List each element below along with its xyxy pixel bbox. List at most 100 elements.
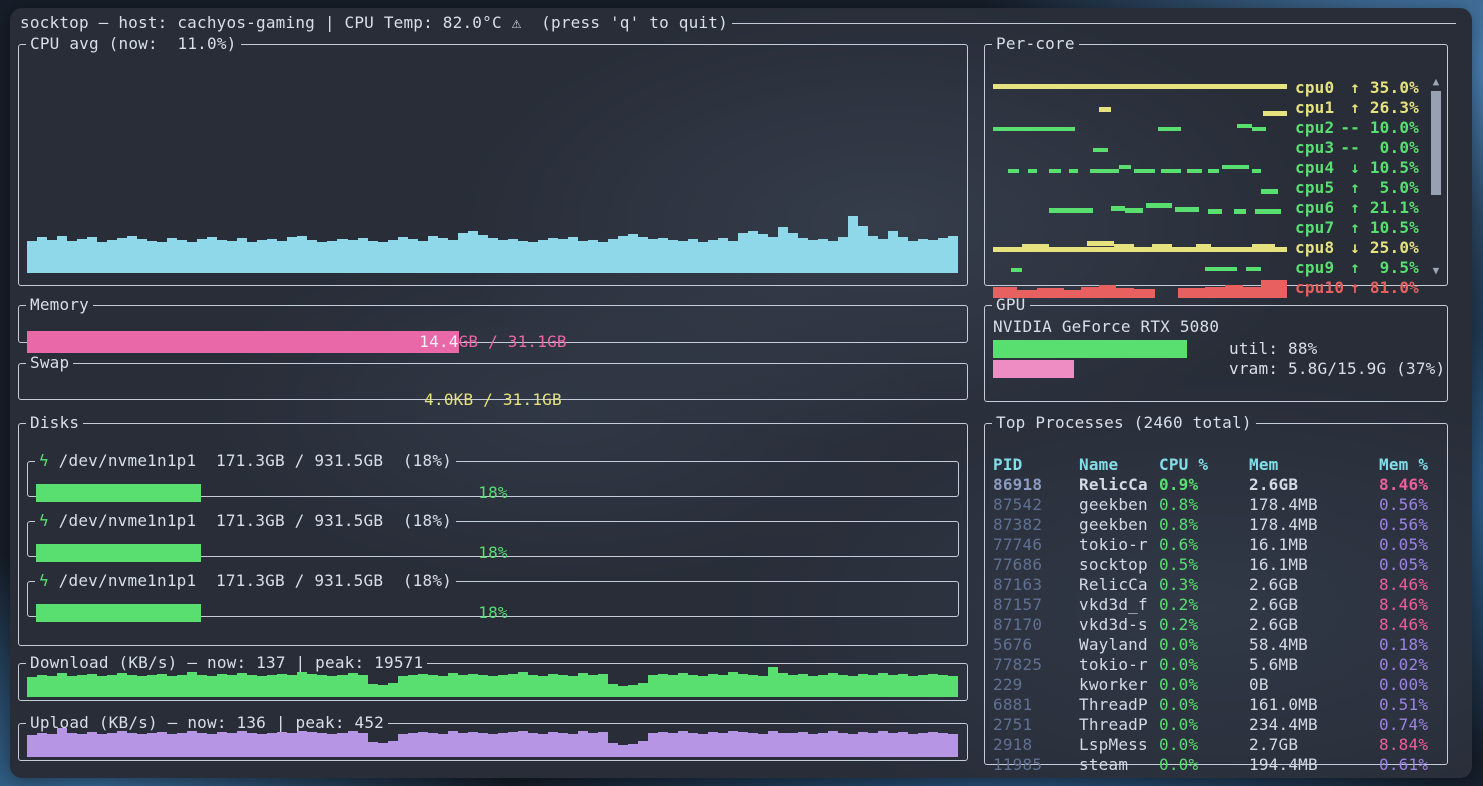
upload-bar	[508, 732, 518, 757]
download-bar	[227, 675, 237, 697]
scroll-down-icon[interactable]: ▼	[1430, 265, 1442, 277]
cell-memp: 8.46%	[1379, 615, 1441, 635]
cell-mem: 5.6MB	[1249, 655, 1379, 675]
download-bar	[207, 676, 217, 697]
core-sparkline	[993, 98, 1287, 118]
upload-bar	[828, 731, 838, 757]
core-row-cpu6: cpu6↑ 21.1%	[993, 198, 1419, 218]
cpu-usage-bar	[57, 236, 67, 273]
gpu-util-row: util: 88%	[993, 339, 1447, 359]
cpu-usage-bar	[598, 242, 608, 273]
process-row: 5676Wayland0.0%58.4MB0.18%	[993, 635, 1441, 655]
download-bar	[388, 683, 398, 697]
download-bar	[287, 675, 297, 697]
cpu-usage-bar	[247, 242, 257, 273]
upload-bar	[117, 731, 127, 757]
cpu-usage-bar	[568, 237, 578, 273]
cpu-usage-bar	[758, 234, 768, 273]
process-row: 77686socktop0.5%16.1MB0.05%	[993, 555, 1441, 575]
memory-usage-fill: 14.4GB / 31.1GB	[27, 331, 459, 353]
scroll-up-icon[interactable]: ▲	[1430, 76, 1442, 88]
scrollbar-thumb[interactable]	[1431, 91, 1441, 195]
disk-title-text: /dev/nvme1n1p1 171.3GB / 931.5GB (18%)	[49, 511, 452, 530]
core-value: ↑ 5.0%	[1350, 178, 1419, 198]
window-title: socktop — host: cachyos-gaming | CPU Tem…	[20, 13, 1456, 33]
download-bar	[718, 675, 728, 697]
memory-panel: Memory 14.4GB / 31.1GB 14.4GB / 31.1GB	[18, 295, 968, 343]
download-bar	[518, 672, 528, 697]
cell-mem: 2.6GB	[1249, 615, 1379, 635]
download-bar	[698, 676, 708, 697]
cpu-usage-bar	[798, 238, 808, 273]
cpu-usage-bar	[137, 239, 147, 273]
download-bar	[468, 674, 478, 697]
upload-bar	[348, 731, 358, 757]
core-value: ↓ 25.0%	[1350, 238, 1419, 258]
cell-cpu: 0.6%	[1159, 535, 1249, 555]
upload-bar	[568, 734, 578, 757]
core-row-cpu2: cpu2-- 10.0%	[993, 118, 1419, 138]
core-spark-segment	[1093, 148, 1108, 152]
upload-bar	[458, 733, 468, 757]
core-spark-segment	[1234, 209, 1246, 214]
title-text: socktop — host: cachyos-gaming | CPU Tem…	[20, 13, 512, 33]
download-bar	[478, 675, 488, 697]
cell-memp: 8.46%	[1379, 595, 1441, 615]
download-bar	[658, 674, 668, 697]
upload-bar	[488, 734, 498, 757]
upload-bar	[127, 733, 137, 757]
disk-title-text: /dev/nvme1n1p1 171.3GB / 931.5GB (18%)	[49, 451, 452, 470]
core-sparkline	[993, 138, 1287, 158]
core-spark-segment	[1252, 127, 1267, 131]
title-quit-hint: (press 'q' to quit)	[521, 13, 728, 33]
cell-mem: 2.6GB	[1249, 475, 1379, 495]
cpu-usage-bar	[698, 242, 708, 273]
upload-bar	[317, 733, 327, 757]
core-spark-segment	[1222, 165, 1248, 169]
upload-bar	[748, 733, 758, 757]
upload-bar	[818, 733, 828, 757]
cpu-usage-bar	[227, 241, 237, 273]
top-processes-panel-title: Top Processes (2460 total)	[996, 413, 1252, 432]
core-label: cpu1↑ 26.3%	[1295, 98, 1419, 118]
cell-mem: 161.0MB	[1249, 695, 1379, 715]
upload-bar	[438, 734, 448, 757]
cpu-usage-bar	[197, 239, 207, 273]
cell-name: ThreadP	[1079, 715, 1159, 735]
download-bar	[127, 675, 137, 697]
cell-name: LspMess	[1079, 735, 1159, 755]
cell-mem: 178.4MB	[1249, 515, 1379, 535]
download-bar	[578, 673, 588, 697]
cpu-usage-bar	[458, 233, 468, 273]
cell-memp: 8.46%	[1379, 475, 1441, 495]
upload-bar	[698, 734, 708, 757]
upload-bar	[297, 731, 307, 757]
download-bar	[628, 685, 638, 697]
download-bar	[618, 686, 628, 697]
upload-bar	[418, 732, 428, 757]
upload-bar	[668, 733, 678, 757]
upload-bar	[868, 733, 878, 757]
core-value: -- 10.0%	[1340, 118, 1419, 138]
upload-bar	[658, 732, 668, 757]
disk-item: ϟ /dev/nvme1n1p1 171.3GB / 931.5GB (18%)…	[27, 511, 959, 557]
download-bar	[488, 676, 498, 697]
core-spark-segment	[1069, 169, 1078, 173]
cell-cpu: 0.2%	[1159, 615, 1249, 635]
cpu-usage-bar	[588, 240, 598, 273]
upload-bar	[688, 733, 698, 757]
download-bar	[47, 676, 57, 697]
gpu-util-gauge	[993, 340, 1213, 358]
core-spark-segment	[1028, 169, 1037, 173]
cpu-usage-bar	[438, 238, 448, 273]
download-bar	[858, 674, 868, 697]
process-row: 6881ThreadP0.0%161.0MB0.51%	[993, 695, 1441, 715]
upload-bar	[638, 741, 648, 757]
core-spark-segment	[1090, 169, 1119, 173]
download-bar	[137, 676, 147, 697]
download-bar	[838, 675, 848, 697]
core-sparkline	[993, 198, 1287, 218]
cell-cpu: 0.5%	[1159, 555, 1249, 575]
per-core-scrollbar[interactable]: ▲ ▼	[1430, 76, 1442, 277]
core-sparkline	[993, 218, 1287, 238]
